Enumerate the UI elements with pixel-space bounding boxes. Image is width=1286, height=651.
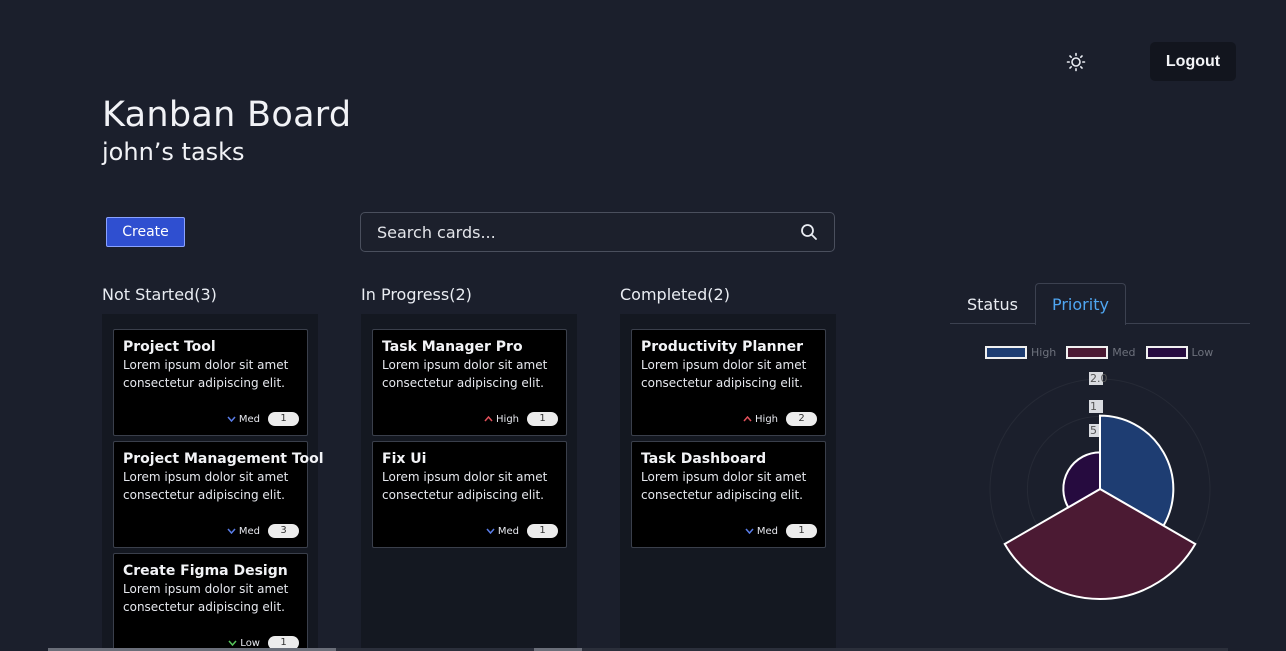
card-description: Lorem ipsum dolor sit amet consectetur ad…	[123, 358, 289, 390]
tab-priority[interactable]: Priority	[1034, 283, 1126, 325]
column-completed: Productivity Planner Lorem ipsum dolor s…	[620, 314, 836, 651]
priority-badge: Med	[227, 526, 260, 537]
chevron-down-icon	[227, 416, 236, 422]
task-card[interactable]: Create Figma Design Lorem ipsum dolor si…	[113, 553, 308, 651]
count-badge: 1	[268, 412, 299, 426]
chevron-up-icon	[743, 416, 752, 422]
count-badge: 2	[786, 412, 817, 426]
card-description: Lorem ipsum dolor sit amet consectetur ad…	[641, 470, 807, 502]
tick-label: 2.0	[1090, 372, 1108, 385]
chart-legend: High Med Low	[985, 346, 1213, 359]
card-description: Lorem ipsum dolor sit amet consectetur ad…	[641, 358, 807, 390]
card-description: Lorem ipsum dolor sit amet consectetur ad…	[123, 470, 289, 502]
search-box	[360, 212, 835, 252]
task-card[interactable]: Task Dashboard Lorem ipsum dolor sit ame…	[631, 441, 826, 548]
column-title-not-started: Not Started(3)	[102, 285, 217, 304]
count-badge: 1	[527, 412, 558, 426]
task-card[interactable]: Project Management Tool Lorem ipsum dolo…	[113, 441, 324, 548]
priority-chart: 2.0 1 5	[989, 372, 1211, 600]
task-card[interactable]: Productivity Planner Lorem ipsum dolor s…	[631, 329, 826, 436]
search-icon[interactable]	[800, 223, 818, 241]
logout-button[interactable]: Logout	[1150, 42, 1236, 81]
page-subtitle: john’s tasks	[102, 138, 245, 166]
card-description: Lorem ipsum dolor sit amet consectetur ad…	[382, 470, 548, 502]
task-card[interactable]: Fix Ui Lorem ipsum dolor sit amet consect…	[372, 441, 567, 548]
chevron-down-icon	[227, 528, 236, 534]
priority-badge: High	[743, 414, 778, 425]
legend-item-low[interactable]: Low	[1145, 346, 1213, 359]
card-description: Lorem ipsum dolor sit amet consectetur ad…	[123, 582, 289, 614]
card-title: Fix Ui	[382, 451, 427, 467]
chevron-down-icon	[228, 640, 237, 646]
card-title: Task Dashboard	[641, 451, 767, 467]
priority-badge: Low	[228, 638, 260, 649]
search-input[interactable]	[377, 222, 800, 242]
tick-label: 5	[1090, 424, 1097, 437]
theme-toggle-button[interactable]	[1064, 50, 1088, 74]
card-title: Create Figma Design	[123, 563, 288, 579]
count-badge: 3	[268, 524, 299, 538]
card-title: Project Management Tool	[123, 451, 324, 467]
priority-badge: Med	[486, 526, 519, 537]
sun-icon	[1066, 52, 1086, 72]
task-card[interactable]: Task Manager Pro Lorem ipsum dolor sit a…	[372, 329, 567, 436]
chevron-up-icon	[484, 416, 493, 422]
chevron-down-icon	[486, 528, 495, 534]
priority-badge: Med	[745, 526, 778, 537]
card-title: Productivity Planner	[641, 339, 804, 355]
create-button[interactable]: Create	[106, 217, 185, 247]
page-title: Kanban Board	[102, 95, 352, 135]
chevron-down-icon	[745, 528, 754, 534]
card-description: Lorem ipsum dolor sit amet consectetur ad…	[382, 358, 548, 390]
tick-label: 1	[1090, 400, 1097, 413]
column-title-completed: Completed(2)	[620, 285, 730, 304]
priority-badge: Med	[227, 414, 260, 425]
chart-tabs: Status Priority	[950, 283, 1250, 325]
column-in-progress: Task Manager Pro Lorem ipsum dolor sit a…	[361, 314, 577, 651]
count-badge: 1	[786, 524, 817, 538]
legend-item-med[interactable]: Med	[1066, 346, 1136, 359]
card-title: Project Tool	[123, 339, 216, 355]
count-badge: 1	[527, 524, 558, 538]
tab-status[interactable]: Status	[950, 283, 1035, 324]
priority-badge: High	[484, 414, 519, 425]
legend-item-high[interactable]: High	[985, 346, 1056, 359]
column-title-in-progress: In Progress(2)	[361, 285, 472, 304]
column-not-started: Project Tool Lorem ipsum dolor sit amet c…	[102, 314, 324, 651]
task-card[interactable]: Project Tool Lorem ipsum dolor sit amet c…	[113, 329, 308, 436]
card-title: Task Manager Pro	[382, 339, 523, 355]
